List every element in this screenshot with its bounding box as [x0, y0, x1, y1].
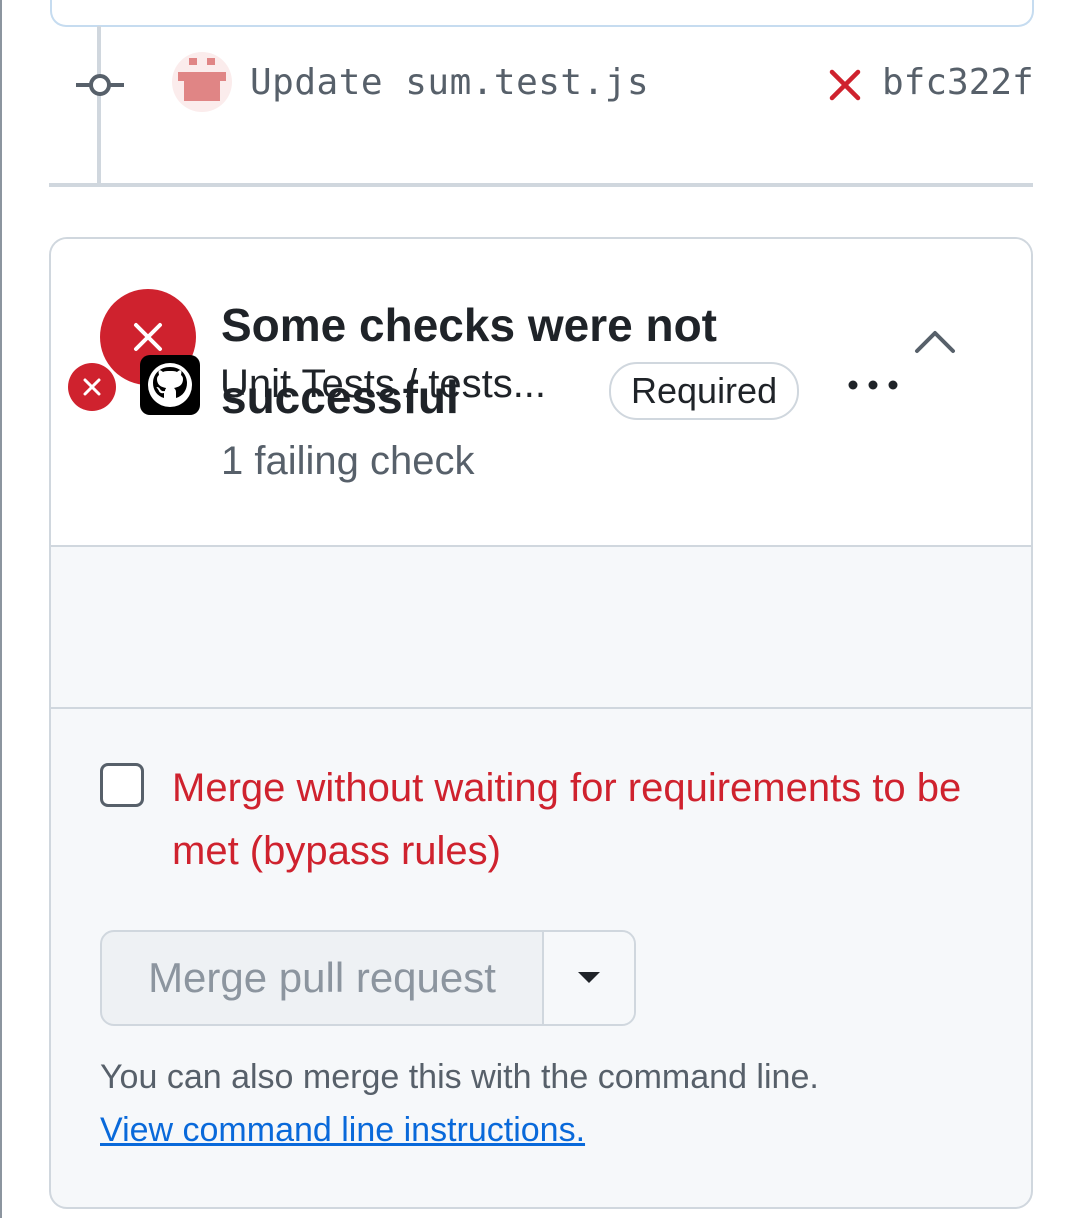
merge-pull-request-button[interactable]: Merge pull request [102, 932, 542, 1024]
commit-sha-link[interactable]: bfc322f [882, 62, 1034, 103]
identicon-avatar[interactable] [172, 52, 232, 112]
timeline-line [97, 26, 101, 184]
chevron-up-icon[interactable] [913, 327, 957, 355]
bypass-checkbox[interactable] [100, 763, 144, 807]
merge-method-dropdown[interactable] [544, 932, 634, 1024]
git-commit-icon [76, 74, 124, 96]
bypass-label[interactable]: Merge without waiting for requirements t… [172, 757, 992, 883]
github-icon [140, 355, 200, 415]
page-left-border [0, 0, 2, 1218]
x-icon[interactable] [828, 68, 862, 102]
cli-instructions-link[interactable]: View command line instructions. [100, 1111, 585, 1150]
timeline-end-divider [49, 183, 1033, 187]
check-name-link[interactable]: Unit Tests / tests... [220, 362, 546, 407]
checks-subtitle: 1 failing check [221, 439, 475, 483]
merge-button-group: Merge pull request [100, 930, 636, 1026]
previous-card-edge [50, 0, 1034, 27]
triangle-down-icon [578, 972, 600, 983]
commit-message[interactable]: Update sum.test.js [250, 62, 649, 103]
kebab-horizontal-icon[interactable] [845, 374, 901, 396]
check-row[interactable] [51, 547, 1031, 709]
required-badge: Required [609, 362, 800, 420]
cli-hint-text: You can also merge this with the command… [100, 1058, 819, 1096]
x-circle-icon [68, 363, 116, 411]
